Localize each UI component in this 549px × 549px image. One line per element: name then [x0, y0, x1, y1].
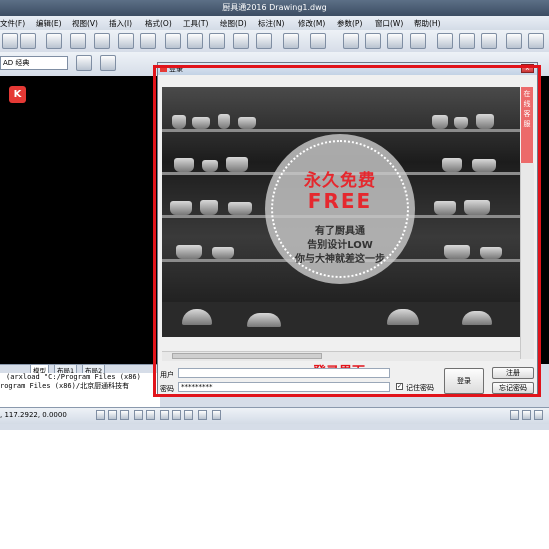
status-bar: , 117.2922, 0.0000 — [0, 407, 549, 424]
ducs-icon[interactable] — [172, 410, 181, 420]
menu-bar: 文件(F) 编辑(E) 视图(V) 插入(I) 格式(O) 工具(T) 绘图(D… — [0, 16, 549, 31]
zoom-realtime-icon[interactable] — [365, 33, 381, 49]
menu-draw[interactable]: 绘图(D) — [220, 18, 247, 29]
polar-icon[interactable] — [134, 410, 143, 420]
menu-modify[interactable]: 修改(M) — [298, 18, 325, 29]
tool-palettes-icon[interactable] — [481, 33, 497, 49]
calculator-icon[interactable] — [528, 33, 544, 49]
command-line-1: (arxload "C:/Program Files (x86) — [6, 373, 141, 381]
paste-icon[interactable] — [209, 33, 225, 49]
menu-view[interactable]: 视图(V) — [72, 18, 98, 29]
markup-icon[interactable] — [506, 33, 522, 49]
publish-icon[interactable] — [94, 33, 110, 49]
osnap-icon[interactable] — [146, 410, 155, 420]
pan-icon[interactable] — [343, 33, 359, 49]
menu-format[interactable]: 格式(O) — [145, 18, 172, 29]
print-icon[interactable] — [46, 33, 62, 49]
etransmit-icon[interactable] — [140, 33, 156, 49]
lock-icon[interactable] — [534, 410, 543, 420]
zoom-previous-icon[interactable] — [410, 33, 426, 49]
zoom-window-icon[interactable] — [387, 33, 403, 49]
quick-properties-icon[interactable] — [212, 410, 221, 420]
title-bar: 厨具通2016 Drawing1.dwg — [0, 0, 549, 16]
otrack-icon[interactable] — [160, 410, 169, 420]
save-icon[interactable] — [20, 33, 36, 49]
grid-icon[interactable] — [108, 410, 117, 420]
menu-edit[interactable]: 编辑(E) — [36, 18, 62, 29]
brush-icon[interactable] — [256, 33, 272, 49]
command-window[interactable]: (arxload "C:/Program Files (x86) rogram … — [0, 373, 160, 407]
menu-help[interactable]: 帮助(H) — [414, 18, 441, 29]
workspace-combo[interactable]: AD 经典 — [0, 56, 68, 70]
cut-icon[interactable] — [165, 33, 181, 49]
properties-icon[interactable] — [437, 33, 453, 49]
ortho-icon[interactable] — [120, 410, 129, 420]
dyn-icon[interactable] — [184, 410, 193, 420]
annotation-icon[interactable] — [510, 410, 519, 420]
lineweight-icon[interactable] — [198, 410, 207, 420]
drawing-canvas[interactable]: K — [0, 76, 160, 364]
menu-parameter[interactable]: 参数(P) — [337, 18, 362, 29]
menu-tools[interactable]: 工具(T) — [183, 18, 208, 29]
menu-window[interactable]: 窗口(W) — [375, 18, 403, 29]
menu-insert[interactable]: 插入(I) — [109, 18, 132, 29]
window-title: 厨具通2016 Drawing1.dwg — [222, 3, 327, 12]
command-line-2: rogram Files (x86)/北京厨通科技有 — [0, 382, 130, 390]
snap-icon[interactable] — [96, 410, 105, 420]
workspace-switch-icon[interactable] — [522, 410, 531, 420]
copy-icon[interactable] — [187, 33, 203, 49]
app-logo-icon: K — [9, 86, 26, 103]
design-center-icon[interactable] — [459, 33, 475, 49]
redo-icon[interactable] — [310, 33, 326, 49]
standard-toolbar — [0, 30, 549, 53]
menu-dimension[interactable]: 标注(N) — [258, 18, 284, 29]
coordinate-readout: , 117.2922, 0.0000 — [0, 411, 67, 419]
plot-preview-icon[interactable] — [70, 33, 86, 49]
globe-icon[interactable] — [118, 33, 134, 49]
workspace-settings-icon[interactable] — [100, 55, 116, 71]
drawing-canvas-right[interactable] — [540, 76, 549, 364]
menu-file[interactable]: 文件(F) — [0, 18, 25, 29]
gear-icon[interactable] — [76, 55, 92, 71]
match-properties-icon[interactable] — [233, 33, 249, 49]
undo-icon[interactable] — [283, 33, 299, 49]
open-icon[interactable] — [2, 33, 18, 49]
highlight-frame — [153, 65, 541, 397]
